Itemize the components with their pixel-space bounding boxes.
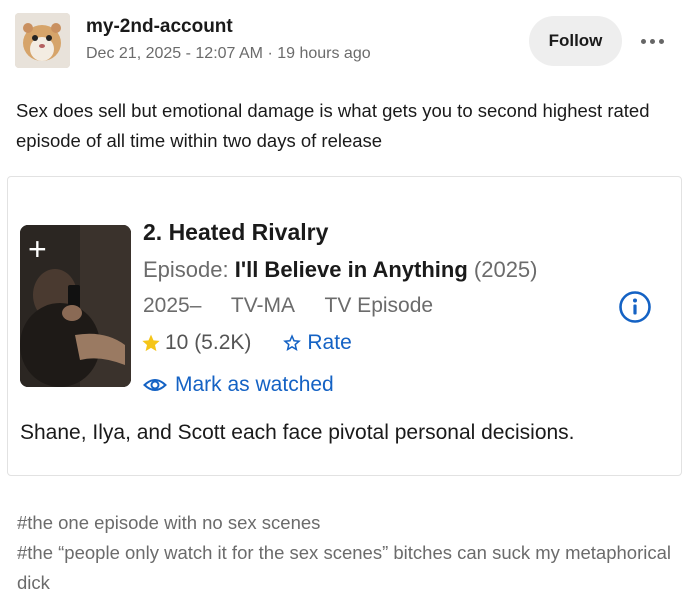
episode-description: Shane, Ilya, and Scott each face pivotal… (20, 421, 575, 444)
star-outline-icon (283, 334, 302, 352)
imdb-episode-card[interactable]: + 2. Heated Rivalry Episode: I'll Believ… (7, 176, 682, 476)
episode-title[interactable]: 2. Heated Rivalry (143, 219, 328, 246)
avatar-image (15, 13, 70, 68)
rate-button[interactable]: Rate (283, 331, 352, 355)
episode-meta: 2025– TV-MA TV Episode (143, 294, 457, 318)
username[interactable]: my-2nd-account (86, 16, 233, 38)
content-rating: TV-MA (230, 294, 296, 317)
plus-icon[interactable]: + (28, 229, 47, 269)
episode-year: (2025) (473, 257, 538, 282)
avatar[interactable] (15, 13, 70, 68)
rating-score: 10 (5.2K) (165, 331, 252, 354)
info-icon[interactable] (618, 290, 652, 324)
post-header: my-2nd-account Dec 21, 2025 - 12:07 AM ·… (0, 0, 692, 80)
follow-button[interactable]: Follow (529, 16, 622, 66)
post-body-text: Sex does sell but emotional damage is wh… (16, 100, 650, 151)
tag-item[interactable]: #the one episode with no sex scenes (17, 508, 677, 538)
eye-icon (143, 379, 167, 391)
episode-line: Episode: I'll Believe in Anything (2025) (143, 257, 537, 283)
star-icon (142, 334, 160, 352)
dot (649, 38, 655, 44)
episode-poster[interactable]: + (20, 225, 131, 387)
post-tags: #the one episode with no sex scenes #the… (17, 508, 677, 598)
title-type: TV Episode (324, 294, 434, 317)
episode-prefix: Episode: (143, 257, 229, 282)
year-range: 2025– (143, 294, 202, 317)
dot (658, 38, 664, 44)
watched-label: Mark as watched (175, 373, 334, 396)
episode-name[interactable]: I'll Believe in Anything (235, 257, 468, 282)
tag-item[interactable]: #the “people only watch it for the sex s… (17, 538, 677, 598)
rate-label: Rate (307, 331, 352, 354)
more-dots-icon[interactable] (632, 26, 672, 56)
mark-as-watched-button[interactable]: Mark as watched (143, 373, 334, 397)
dot (640, 38, 646, 44)
rating-line: 10 (5.2K) Rate (141, 331, 352, 355)
post-timestamp[interactable]: Dec 21, 2025 - 12:07 AM · 19 hours ago (86, 45, 371, 63)
